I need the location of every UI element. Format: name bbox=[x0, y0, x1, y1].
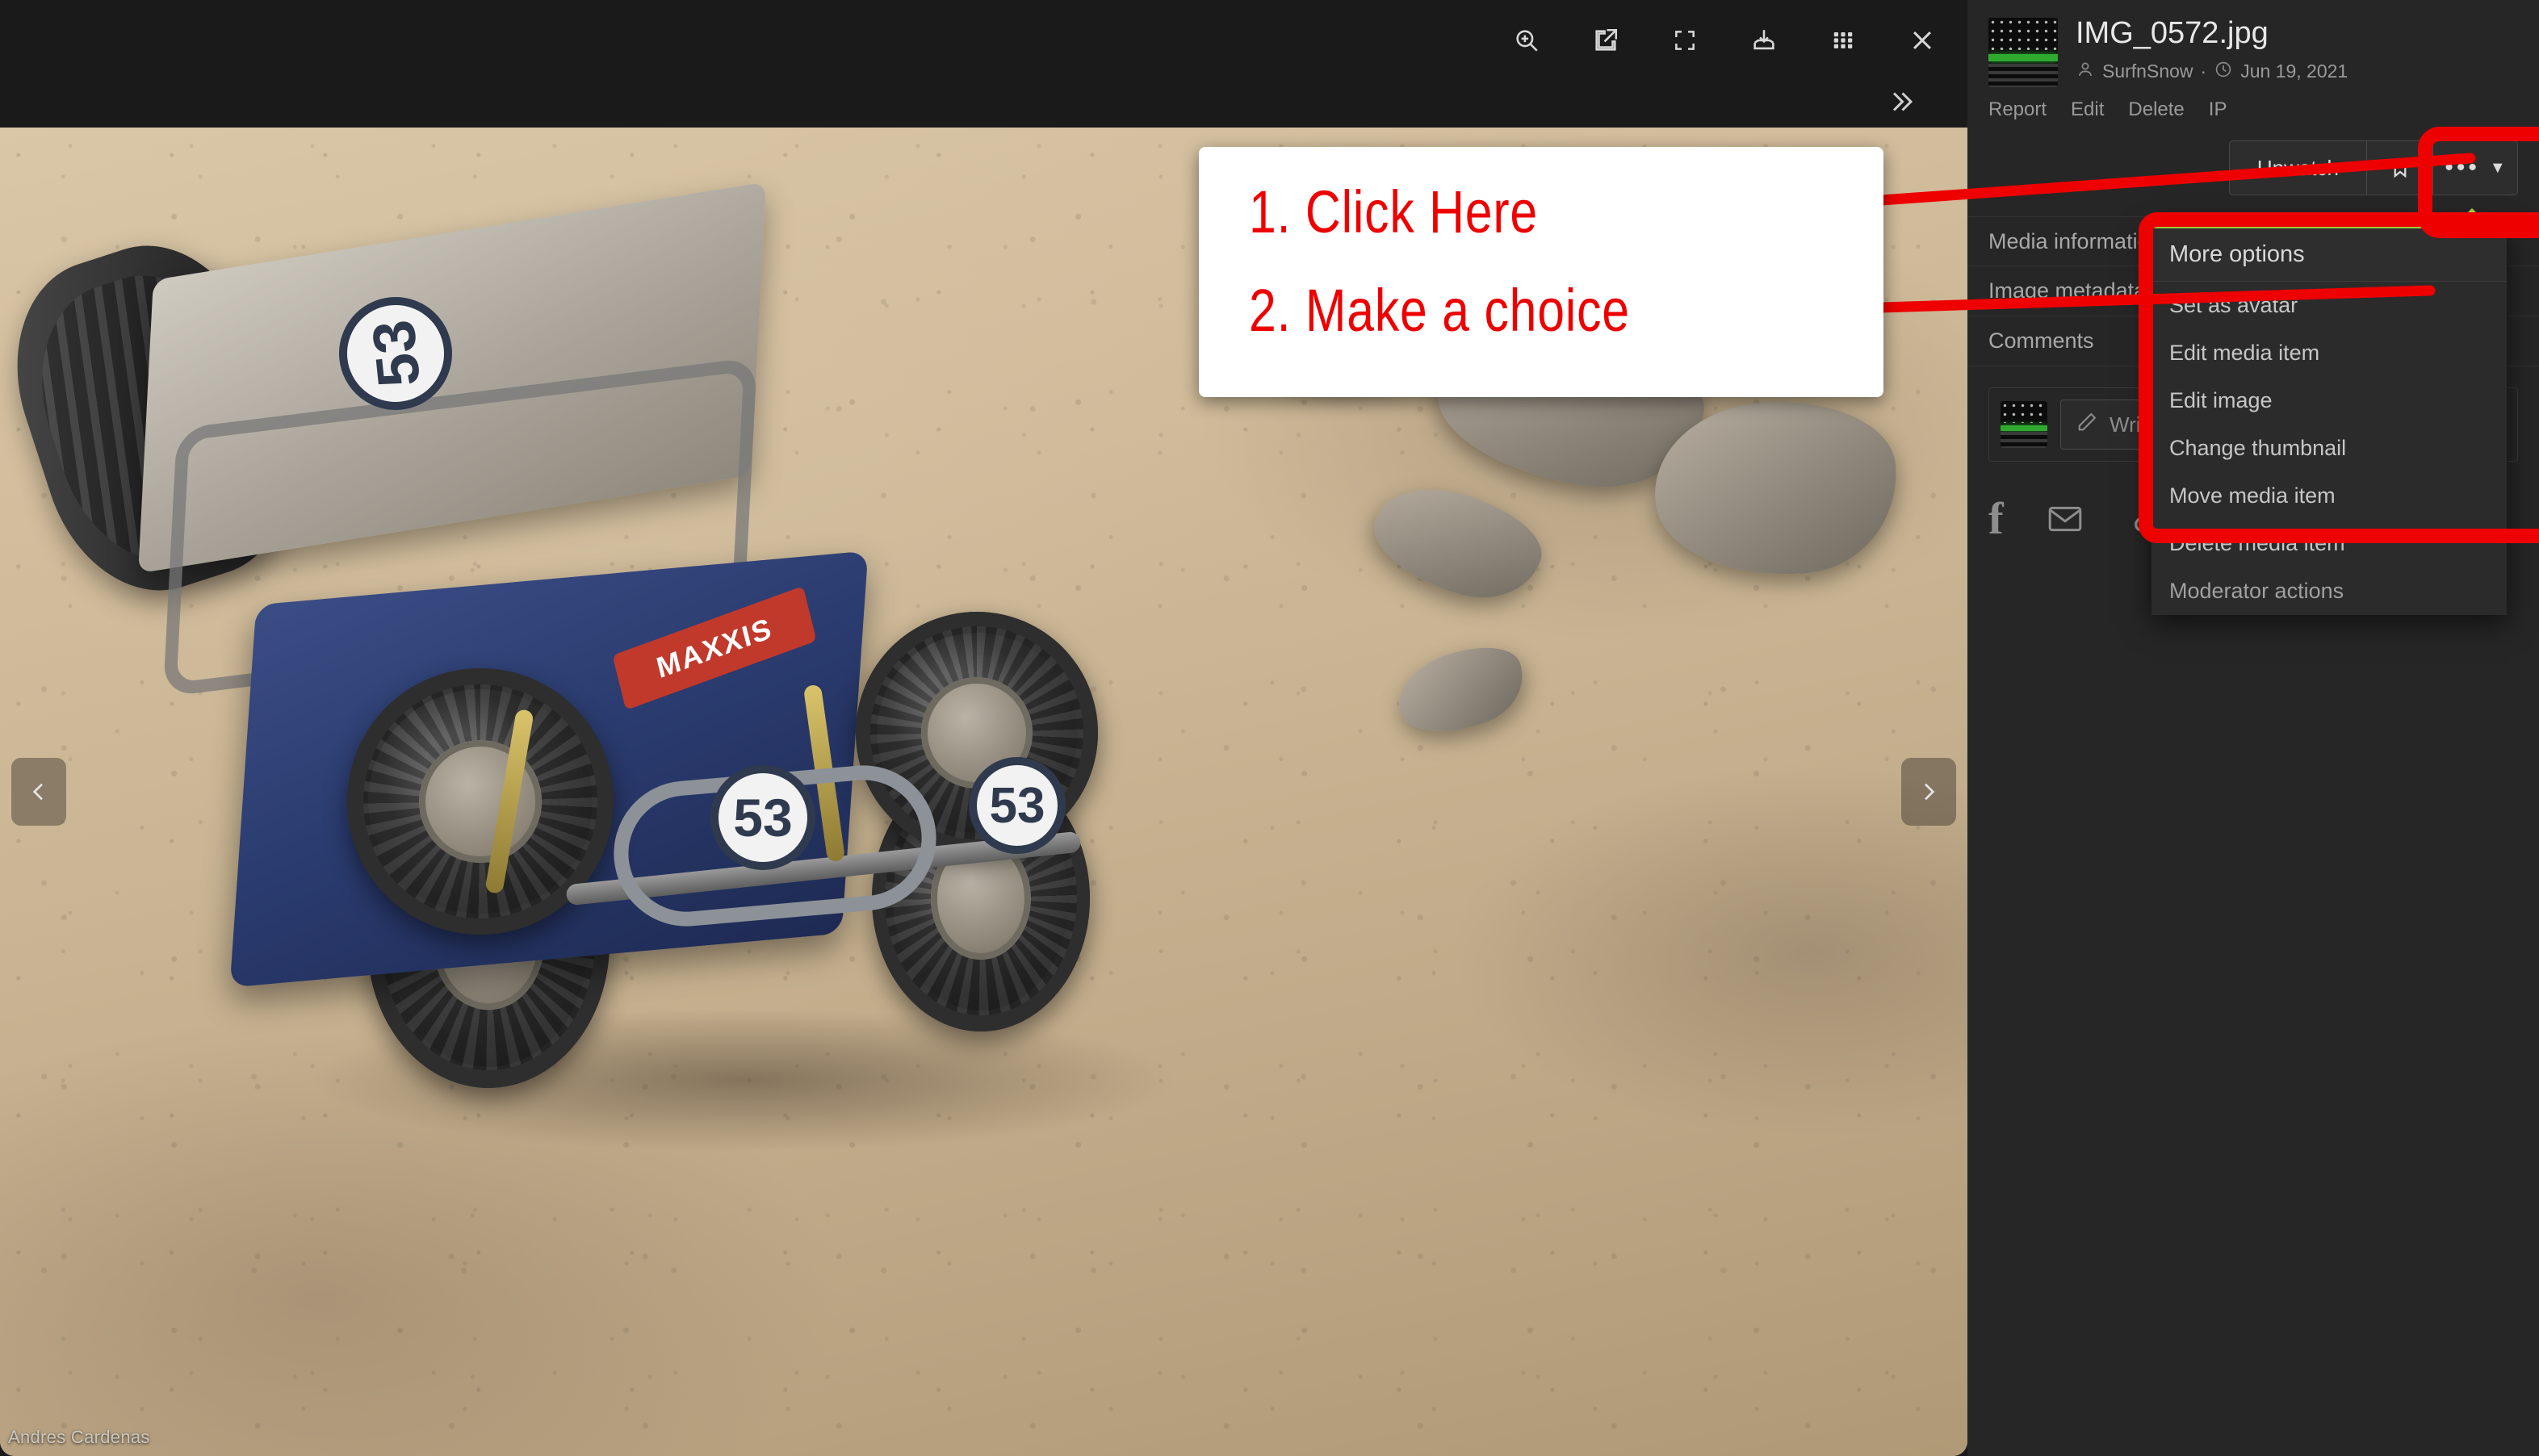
lightbox-toolbar bbox=[0, 0, 1967, 81]
sidebar-header: IMG_0572.jpg SurfnSnow · Jun 19, 2021 bbox=[1967, 0, 2539, 87]
dropdown-title: More options bbox=[2151, 228, 2507, 282]
more-options-dropdown: More options Set as avatar Edit media it… bbox=[2151, 224, 2507, 615]
page-title: IMG_0572.jpg bbox=[2076, 16, 2269, 50]
collapse-sidebar-icon[interactable] bbox=[1877, 80, 1925, 123]
menu-item-edit-image[interactable]: Edit image bbox=[2151, 377, 2507, 425]
moderation-links: Report Edit Delete IP bbox=[1967, 98, 2539, 121]
unwatch-button[interactable]: Unwatch bbox=[2229, 141, 2367, 195]
menu-item-set-as-avatar[interactable]: Set as avatar bbox=[2151, 282, 2507, 329]
link-delete[interactable]: Delete bbox=[2128, 98, 2184, 121]
photo-watermark: Andres Cardenas bbox=[8, 1427, 150, 1447]
fullscreen-icon[interactable] bbox=[1664, 19, 1706, 61]
menu-item-moderator-actions[interactable]: Moderator actions bbox=[2151, 567, 2507, 615]
previous-media-button[interactable] bbox=[11, 758, 66, 826]
menu-item-move-media-item[interactable]: Move media item bbox=[2151, 472, 2507, 520]
clock-icon bbox=[2214, 60, 2233, 84]
race-number-right: 53 bbox=[969, 757, 1066, 854]
grid-view-icon[interactable] bbox=[1822, 19, 1864, 61]
download-icon[interactable] bbox=[1743, 19, 1785, 61]
dropdown-caret-icon bbox=[2459, 208, 2485, 221]
menu-item-edit-media-item[interactable]: Edit media item bbox=[2151, 329, 2507, 377]
annotation-callout: 1. Click Here 2. Make a choice bbox=[1199, 147, 1883, 397]
annotation-step-2: 2. Make a choice bbox=[1249, 277, 1630, 344]
link-edit[interactable]: Edit bbox=[2071, 98, 2104, 121]
link-ip[interactable]: IP bbox=[2209, 98, 2227, 121]
email-icon[interactable] bbox=[2046, 500, 2084, 538]
meta-separator: · bbox=[2200, 61, 2207, 82]
race-number-left: 53 bbox=[710, 765, 815, 870]
action-button-row: Unwatch ••• ▼ bbox=[1967, 140, 2539, 195]
media-sidebar: IMG_0572.jpg SurfnSnow · Jun 19, 2021 Re… bbox=[1967, 0, 2539, 1456]
media-meta: SurfnSnow · Jun 19, 2021 bbox=[2076, 60, 2348, 84]
upload-date: Jun 19, 2021 bbox=[2240, 61, 2348, 82]
action-button-group: Unwatch ••• ▼ bbox=[2228, 140, 2518, 195]
sidebar-collapse-row bbox=[0, 73, 1967, 131]
avatar[interactable] bbox=[1988, 18, 2058, 87]
avatar bbox=[2001, 401, 2047, 448]
menu-item-change-thumbnail[interactable]: Change thumbnail bbox=[2151, 425, 2507, 472]
menu-item-delete-media-item[interactable]: Delete media item bbox=[2151, 520, 2507, 567]
open-external-icon[interactable] bbox=[1585, 19, 1627, 61]
close-icon[interactable] bbox=[1901, 19, 1943, 61]
more-options-button[interactable]: ••• ▼ bbox=[2433, 141, 2517, 195]
user-icon bbox=[2076, 60, 2095, 84]
bookmark-icon[interactable] bbox=[2367, 141, 2433, 195]
app-root: MAXXIS 53 53 53 Andres Cardenas IMG_0572… bbox=[0, 0, 2539, 1456]
chevron-down-icon: ▼ bbox=[2489, 158, 2506, 177]
annotation-step-1: 1. Click Here bbox=[1249, 178, 1538, 245]
zoom-in-icon[interactable] bbox=[1506, 19, 1548, 61]
pencil-icon bbox=[2076, 411, 2098, 439]
next-media-button[interactable] bbox=[1901, 758, 1956, 826]
link-report[interactable]: Report bbox=[1988, 98, 2047, 121]
facebook-icon[interactable]: f bbox=[1988, 496, 2004, 542]
author-name[interactable]: SurfnSnow bbox=[2102, 61, 2193, 82]
